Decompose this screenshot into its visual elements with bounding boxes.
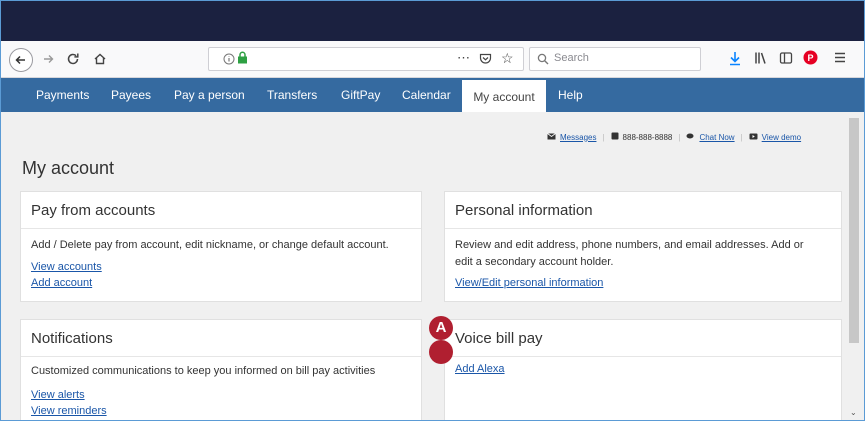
url-bar[interactable]: ⋯ ☆ <box>208 47 524 71</box>
card-description-line-1: Review and edit address, phone numbers, … <box>455 239 804 251</box>
search-placeholder: Search <box>554 52 589 64</box>
scroll-down-arrow-icon[interactable]: ⌄ <box>850 408 857 417</box>
nav-item-transfers[interactable]: Transfers <box>267 78 317 112</box>
view-edit-personal-information-link[interactable]: View/Edit personal information <box>455 277 603 289</box>
add-account-link[interactable]: Add account <box>31 277 92 289</box>
scrollbar-thumb[interactable] <box>849 118 859 343</box>
sidebar-icon[interactable] <box>779 51 793 70</box>
annotation-marker-b <box>429 340 453 364</box>
download-icon[interactable] <box>728 51 742 71</box>
info-icon[interactable] <box>223 52 235 70</box>
back-arrow-icon[interactable] <box>9 48 33 72</box>
add-alexa-link[interactable]: Add Alexa <box>455 363 505 375</box>
search-icon <box>537 52 549 70</box>
nav-item-giftpay[interactable]: GiftPay <box>341 78 380 112</box>
main-nav: Payments Payees Pay a person Transfers G… <box>1 78 864 116</box>
card-description: Add / Delete pay from account, edit nick… <box>31 239 389 251</box>
menu-icon[interactable] <box>833 51 847 69</box>
nav-item-payments[interactable]: Payments <box>36 78 89 112</box>
card-divider <box>445 356 841 357</box>
card-divider <box>21 228 421 229</box>
browser-toolbar: ⋯ ☆ Search P <box>1 41 864 78</box>
view-reminders-link[interactable]: View reminders <box>31 405 107 417</box>
chat-icon <box>686 133 695 142</box>
card-title: Pay from accounts <box>31 202 156 219</box>
utility-divider: | <box>602 132 605 142</box>
nav-item-calendar[interactable]: Calendar <box>402 78 451 112</box>
nav-item-my-account[interactable]: My account <box>462 78 546 116</box>
page-content: Messages | 888-888-8888 | Chat Now | Vie… <box>1 112 864 420</box>
utility-bar: Messages | 888-888-8888 | Chat Now | Vie… <box>547 132 801 142</box>
svg-text:P: P <box>807 53 813 63</box>
page-title: My account <box>22 158 115 178</box>
forward-arrow-icon[interactable] <box>37 49 59 69</box>
annotation-marker-a: A <box>429 316 453 340</box>
reload-icon[interactable] <box>62 49 84 69</box>
nav-item-payees[interactable]: Payees <box>111 78 151 112</box>
nav-item-pay-a-person[interactable]: Pay a person <box>174 78 245 112</box>
view-accounts-link[interactable]: View accounts <box>31 261 102 273</box>
view-alerts-link[interactable]: View alerts <box>31 389 85 401</box>
card-description: Customized communications to keep you in… <box>31 365 376 377</box>
view-demo-link[interactable]: View demo <box>762 133 801 142</box>
title-bar <box>1 1 864 41</box>
utility-divider: | <box>678 132 681 142</box>
card-description-line-2: edit a secondary account holder. <box>455 256 614 268</box>
video-icon <box>749 133 758 142</box>
card-divider <box>21 356 421 357</box>
card-title: Voice bill pay <box>455 330 543 347</box>
utility-divider: | <box>740 132 743 142</box>
phone-number: 888-888-8888 <box>622 132 673 142</box>
messages-link[interactable]: Messages <box>560 133 596 142</box>
library-icon[interactable] <box>754 51 768 70</box>
search-bar[interactable]: Search <box>529 47 701 71</box>
pocket-icon[interactable] <box>479 52 492 70</box>
card-divider <box>445 228 841 229</box>
notifications-card: Notifications Customized communications … <box>20 319 422 420</box>
browser-window: ⋯ ☆ Search P Payments Payees Pay a perso… <box>0 0 865 421</box>
pinterest-icon[interactable]: P <box>803 50 818 70</box>
home-icon[interactable] <box>89 49 111 69</box>
envelope-icon <box>547 132 556 142</box>
nav-item-help[interactable]: Help <box>558 78 583 112</box>
page-actions-icon[interactable]: ⋯ <box>457 50 470 66</box>
bookmark-star-icon[interactable]: ☆ <box>501 50 514 67</box>
card-title: Personal information <box>455 202 593 219</box>
lock-icon <box>237 51 248 69</box>
pay-from-accounts-card: Pay from accounts Add / Delete pay from … <box>20 191 422 302</box>
card-title: Notifications <box>31 330 113 347</box>
phone-icon <box>611 132 619 142</box>
chat-now-link[interactable]: Chat Now <box>699 133 734 142</box>
voice-bill-pay-card: Voice bill pay Add Alexa <box>444 319 842 420</box>
personal-information-card: Personal information Review and edit add… <box>444 191 842 302</box>
